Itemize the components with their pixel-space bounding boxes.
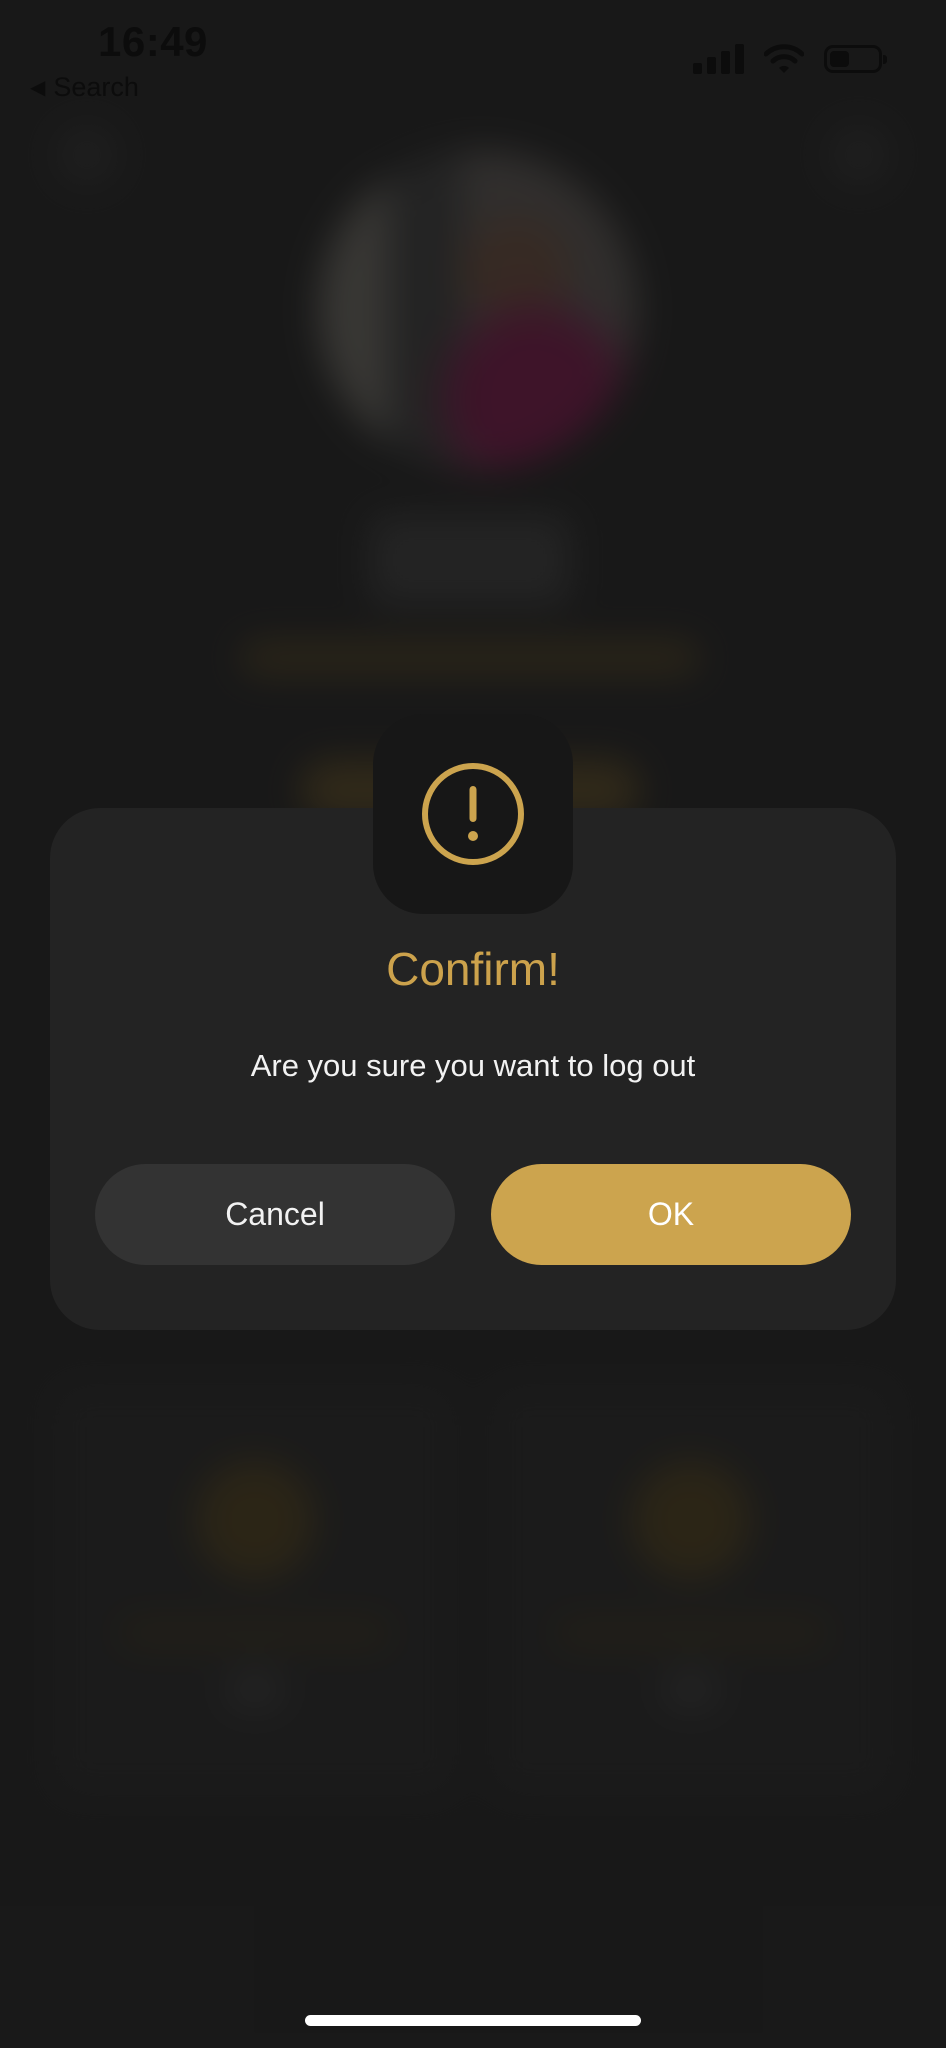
cancel-button[interactable]: Cancel bbox=[95, 1164, 455, 1265]
ok-button[interactable]: OK bbox=[491, 1164, 851, 1265]
exclamation-circle-icon bbox=[422, 763, 524, 865]
status-icons bbox=[693, 44, 887, 74]
logout-confirm-screen: 16:49 ◀ Search Confirm! Are you sure you… bbox=[0, 0, 946, 2048]
back-triangle-icon: ◀ bbox=[30, 76, 46, 99]
wifi-icon bbox=[764, 44, 804, 73]
home-indicator[interactable] bbox=[305, 2015, 641, 2026]
battery-icon bbox=[824, 45, 887, 73]
status-time: 16:49 bbox=[98, 18, 208, 65]
battery-level-fill bbox=[830, 51, 850, 67]
back-to-search-link[interactable]: ◀ Search bbox=[30, 72, 139, 103]
dialog-icon-container bbox=[373, 714, 573, 914]
dialog-message: Are you sure you want to log out bbox=[250, 1048, 696, 1083]
back-to-search-label: Search bbox=[53, 72, 139, 102]
dialog-title: Confirm! bbox=[386, 943, 560, 995]
status-bar: 16:49 ◀ Search bbox=[0, 0, 946, 110]
cellular-signal-icon bbox=[693, 44, 744, 74]
